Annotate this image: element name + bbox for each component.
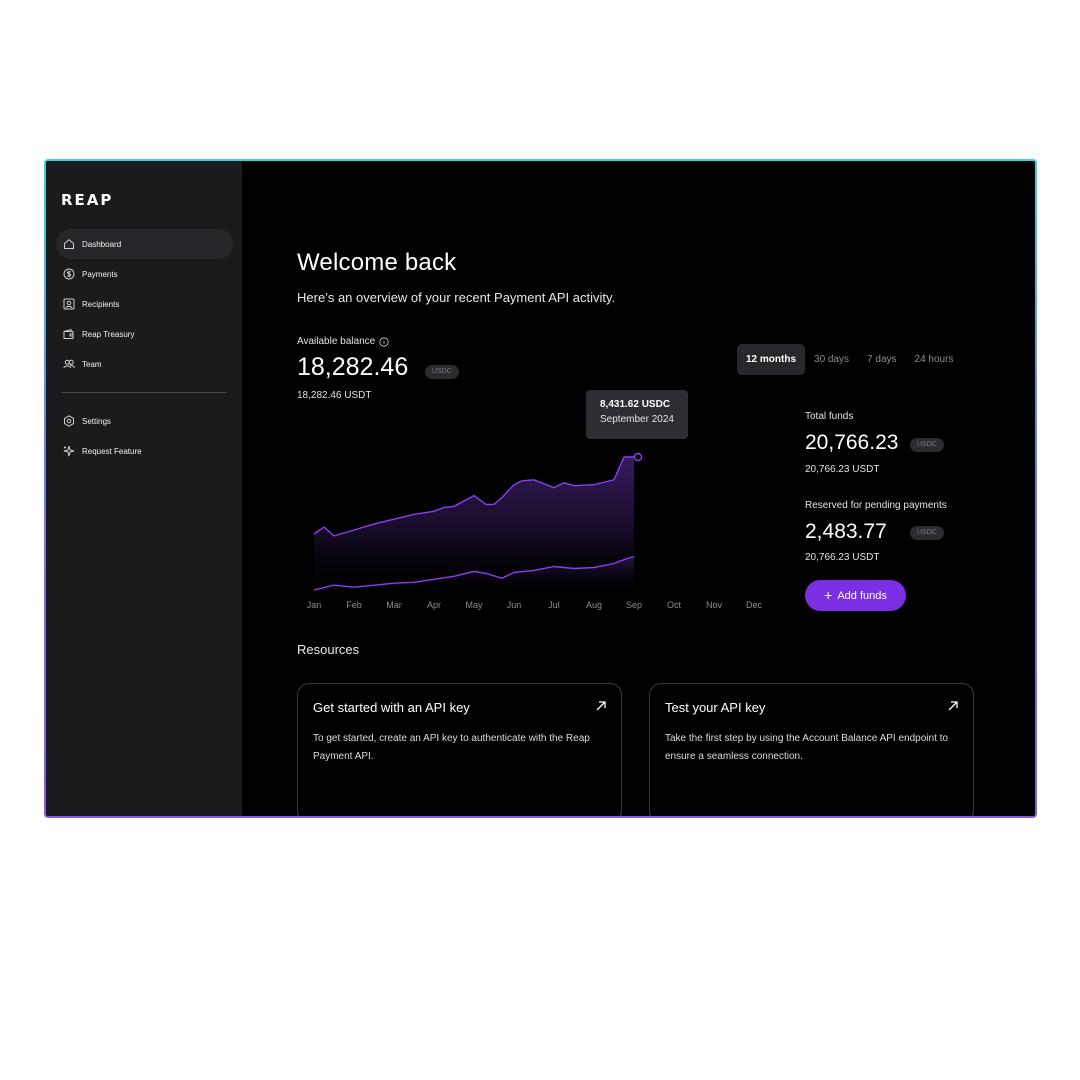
user-card-icon	[63, 298, 75, 310]
gear-icon	[64, 415, 74, 427]
resource-card-test-key[interactable]: Test your API key Take the first step by…	[649, 683, 974, 816]
sidebar-item-dashboard[interactable]: Dashboard	[56, 229, 233, 259]
time-range-tabs: 12 months 30 days 7 days 24 hours	[737, 344, 962, 375]
tab-24-hours[interactable]: 24 hours	[906, 344, 963, 375]
sidebar-item-label: Reap Treasury	[82, 329, 135, 339]
x-tick-label: Nov	[706, 600, 723, 610]
x-tick-label: Feb	[346, 600, 362, 610]
arrow-up-right-icon[interactable]	[947, 700, 959, 712]
sidebar-item-label: Dashboard	[82, 239, 122, 249]
sidebar-item-team[interactable]: Team	[56, 349, 233, 379]
page-subtitle: Here’s an overview of your recent Paymen…	[297, 290, 616, 305]
reserved-label: Reserved for pending payments	[805, 500, 947, 511]
sidebar-item-request-feature[interactable]: Request Feature	[56, 436, 233, 466]
arrow-up-right-icon[interactable]	[595, 700, 607, 712]
tooltip-value: 8,431.62 USDC	[600, 399, 671, 410]
available-balance-label: Available balance	[297, 336, 389, 347]
sidebar-item-label: Recipients	[82, 299, 120, 309]
reap-logo[interactable]: REAP	[61, 191, 113, 209]
x-tick-label: Jul	[548, 600, 560, 610]
card-description: To get started, create an API key to aut…	[313, 733, 590, 762]
x-tick-label: Jun	[507, 600, 522, 610]
tab-7-days[interactable]: 7 days	[858, 344, 905, 375]
sidebar-item-recipients[interactable]: Recipients	[56, 289, 233, 319]
tab-30-days[interactable]: 30 days	[805, 344, 858, 375]
available-balance-value: 18,282.46	[297, 353, 409, 381]
sidebar-item-settings[interactable]: Settings	[56, 406, 233, 436]
add-funds-button[interactable]: + Add funds	[805, 580, 906, 611]
sidebar-item-label: Settings	[82, 416, 111, 426]
sidebar-item-label: Team	[82, 359, 102, 369]
card-description: Take the first step by using the Account…	[665, 733, 948, 762]
x-tick-label: Oct	[667, 600, 682, 610]
sidebar-item-payments[interactable]: Payments	[56, 259, 233, 289]
home-icon	[64, 239, 74, 249]
currency-badge: USDC	[910, 526, 944, 540]
app-window: REAP Dashboard Payments Recipients Reap …	[46, 161, 1035, 816]
card-title: Get started with an API key	[313, 700, 470, 715]
highlight-point[interactable]	[633, 452, 643, 462]
x-tick-label: Aug	[586, 600, 602, 610]
currency-badge: USDC	[910, 438, 944, 452]
x-tick-label: Jan	[307, 600, 322, 610]
x-tick-label: May	[465, 600, 483, 610]
x-tick-label: Sep	[626, 600, 642, 610]
x-tick-label: Mar	[386, 600, 402, 610]
sidebar-item-reap-treasury[interactable]: Reap Treasury	[56, 319, 233, 349]
tooltip-date: September 2024	[600, 414, 674, 425]
sidebar-item-label: Request Feature	[82, 446, 142, 456]
sidebar: REAP Dashboard Payments Recipients Reap …	[46, 161, 242, 816]
page-title: Welcome back	[297, 249, 457, 276]
sidebar-item-label: Payments	[82, 269, 118, 279]
resources-heading: Resources	[297, 642, 360, 657]
add-funds-label: Add funds	[837, 589, 887, 602]
x-tick-label: Apr	[427, 600, 441, 610]
users-icon	[63, 359, 75, 369]
main-content: Welcome back Here’s an overview of your …	[242, 161, 1035, 816]
tab-12-months[interactable]: 12 months	[737, 344, 806, 375]
sparkle-icon	[63, 445, 75, 457]
total-funds-label: Total funds	[805, 411, 854, 422]
balance-chart[interactable]: Jan Feb Mar Apr May Jun Jul Aug Sep Oct Nov Dec	[293, 389, 768, 614]
reserved-secondary: 20,766.23 USDT	[805, 552, 880, 563]
total-funds-value: 20,766.23	[805, 431, 899, 454]
app-frame: REAP Dashboard Payments Recipients Reap …	[44, 159, 1037, 818]
available-balance-label-text: Available balance	[297, 336, 376, 347]
total-funds-secondary: 20,766.23 USDT	[805, 464, 880, 475]
wallet-icon	[63, 328, 74, 339]
card-title: Test your API key	[665, 700, 766, 715]
sidebar-divider	[61, 392, 227, 393]
dollar-circle-icon	[63, 268, 75, 280]
info-icon[interactable]	[379, 336, 389, 347]
plus-icon: +	[824, 587, 833, 603]
currency-badge: USDC	[425, 365, 459, 379]
x-tick-label: Dec	[746, 600, 763, 610]
reserved-value: 2,483.77	[805, 520, 887, 543]
chart-tooltip: 8,431.62 USDC September 2024	[586, 390, 688, 439]
resource-card-api-key[interactable]: Get started with an API key To get start…	[297, 683, 622, 816]
